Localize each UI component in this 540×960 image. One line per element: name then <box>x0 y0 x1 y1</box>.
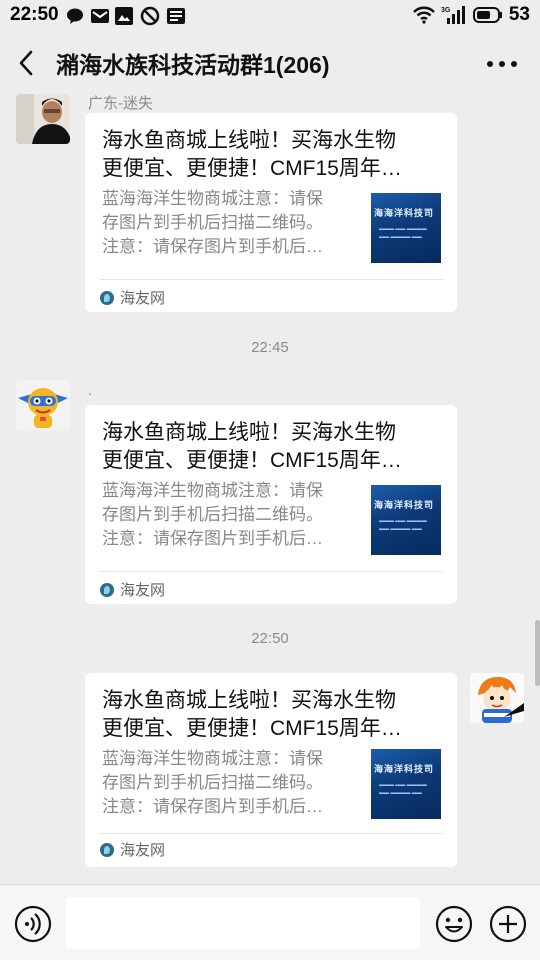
page-title: 潲海水族科技活动群1(206) <box>56 52 330 78</box>
signal-icon: 3G <box>441 6 465 24</box>
sender-name: . <box>88 382 93 399</box>
block-icon <box>140 6 160 26</box>
wechat-icon <box>67 8 83 24</box>
source-logo-icon <box>100 290 114 305</box>
avatar[interactable] <box>16 94 70 144</box>
chat-header: 潲海水族科技活动群1(206) <box>0 32 540 94</box>
timestamp: 22:45 <box>251 339 289 356</box>
source-logo-icon <box>100 582 114 597</box>
avatar[interactable] <box>470 673 524 723</box>
link-card[interactable]: 海水鱼商城上线啦！买海水生物 更便宜、更便捷！CMF15周年… 蓝海海洋生物商城… <box>85 673 457 867</box>
sender-name: 广东-迷失 <box>88 95 153 112</box>
news-icon <box>167 8 185 24</box>
card-source: 海友网 <box>100 839 165 860</box>
scrollbar[interactable] <box>535 620 540 686</box>
divider <box>99 833 443 834</box>
image-icon <box>115 7 133 25</box>
card-title: 海水鱼商城上线啦！买海水生物 更便宜、更便捷！CMF15周年… <box>102 689 402 740</box>
wifi-icon <box>412 6 435 24</box>
timestamp: 22:50 <box>251 630 289 647</box>
message-list[interactable]: 广东-迷失 海水鱼商城上线啦！买海水生物 更便宜、更便捷！CMF15周年… 蓝海… <box>0 94 540 884</box>
status-time: 22:50 <box>10 4 59 25</box>
card-title: 海水鱼商城上线啦！买海水生物 更便宜、更便捷！CMF15周年… <box>102 421 402 472</box>
plus-icon[interactable] <box>489 905 527 943</box>
message-input[interactable] <box>66 897 420 949</box>
battery-level: 53 <box>508 4 530 25</box>
source-logo-icon <box>100 842 114 857</box>
card-thumbnail: 海海洋科技司 ▬▬▬ ▬▬ ▬▬▬▬ ▬▬ ▬▬▬▬ ▬▬ <box>371 193 441 263</box>
card-thumbnail: 海海洋科技司 ▬▬▬ ▬▬ ▬▬▬▬ ▬▬ ▬▬▬▬ ▬▬ <box>371 749 441 819</box>
divider <box>99 279 443 280</box>
mail-icon <box>91 9 109 23</box>
voice-icon[interactable] <box>14 905 52 943</box>
card-title: 海水鱼商城上线啦！买海水生物 更便宜、更便捷！CMF15周年… <box>102 129 402 180</box>
card-description: 蓝海海洋生物商城注意：请保 存图片到手机后扫描二维码。 注意：请保存图片到手机后… <box>102 189 323 256</box>
avatar[interactable] <box>16 380 70 430</box>
back-icon[interactable] <box>14 48 40 78</box>
input-bar <box>0 884 540 960</box>
divider <box>99 571 443 572</box>
card-description: 蓝海海洋生物商城注意：请保 存图片到手机后扫描二维码。 注意：请保存图片到手机后… <box>102 749 323 816</box>
more-icon[interactable] <box>486 60 518 68</box>
card-thumbnail: 海海洋科技司 ▬▬▬ ▬▬ ▬▬▬▬ ▬▬ ▬▬▬▬ ▬▬ <box>371 485 441 555</box>
status-right: 3G 53 <box>412 4 530 26</box>
svg-text:3G: 3G <box>441 7 451 14</box>
status-bar: 22:50 3G 53 <box>0 0 540 32</box>
card-source: 海友网 <box>100 287 165 308</box>
card-source: 海友网 <box>100 579 165 600</box>
link-card[interactable]: 海水鱼商城上线啦！买海水生物 更便宜、更便捷！CMF15周年… 蓝海海洋生物商城… <box>85 405 457 604</box>
link-card[interactable]: 海水鱼商城上线啦！买海水生物 更便宜、更便捷！CMF15周年… 蓝海海洋生物商城… <box>85 113 457 312</box>
battery-icon <box>472 7 502 23</box>
card-description: 蓝海海洋生物商城注意：请保 存图片到手机后扫描二维码。 注意：请保存图片到手机后… <box>102 481 323 548</box>
emoji-icon[interactable] <box>435 905 473 943</box>
